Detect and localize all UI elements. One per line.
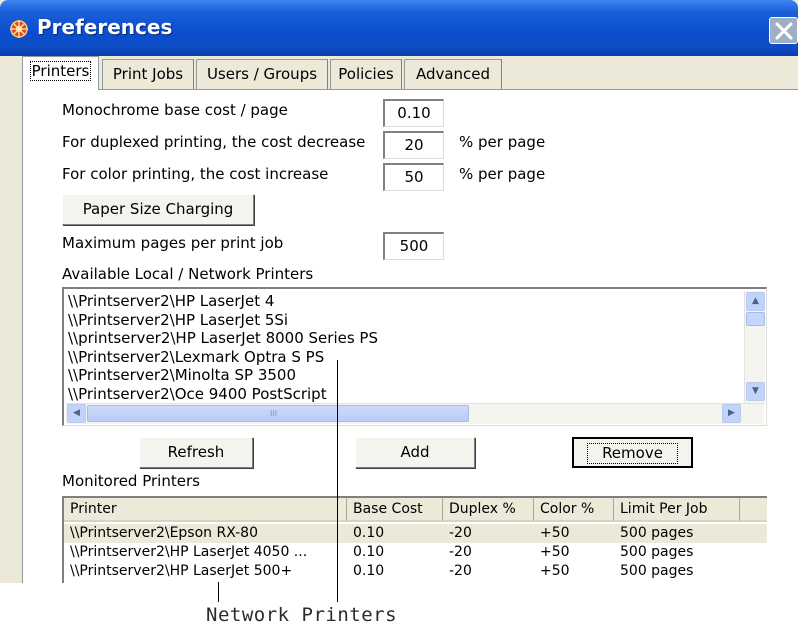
column-header-printer[interactable]: Printer (64, 498, 347, 522)
table-row[interactable]: \\Printserver2\HP LaserJet 500+ 0.10 -20… (64, 562, 767, 581)
callout-line (337, 360, 338, 602)
horizontal-scrollbar[interactable]: ◀ III ▶ (66, 403, 764, 424)
tab-print-jobs-label: Print Jobs (112, 65, 184, 83)
tab-advanced[interactable]: Advanced (404, 59, 502, 89)
cell-color: +50 (540, 525, 570, 541)
list-item[interactable]: \\Printserver2\Minolta SP 3500 (68, 366, 740, 385)
cell-printer: \\Printserver2\HP LaserJet 4050 ... (70, 544, 308, 560)
cell-duplex: -20 (449, 525, 472, 541)
cell-printer: \\Printserver2\HP LaserJet 500+ (70, 563, 293, 579)
cell-limit: 500 pages (620, 544, 694, 560)
duplex-decrease-input[interactable]: 20 (383, 131, 444, 159)
scroll-grip: III (270, 409, 278, 418)
list-item[interactable]: \\Printserver2\HP LaserJet 4 (68, 292, 740, 311)
available-printers-list[interactable]: \\Printserver2\HP LaserJet 4 \\Printserv… (62, 287, 767, 426)
remove-button[interactable]: Remove (572, 437, 693, 468)
column-header-base-cost[interactable]: Base Cost (347, 498, 443, 522)
cell-base-cost: 0.10 (353, 544, 385, 560)
tab-policies-label: Policies (338, 65, 394, 83)
tab-users-groups-label: Users / Groups (206, 65, 318, 83)
close-button[interactable] (769, 17, 798, 44)
column-header-filler (740, 498, 767, 522)
network-printers-annotation: Network Printers (206, 604, 398, 626)
list-item[interactable]: \\Printserver2\Oce 9400 PostScript (68, 385, 740, 403)
list-item[interactable]: \\Printserver2\Lexmark Optra S PS (68, 348, 740, 367)
horizontal-scroll-thumb[interactable]: III (87, 405, 469, 422)
mono-cost-label: Monochrome base cost / page (62, 101, 288, 119)
max-pages-label: Maximum pages per print job (62, 234, 284, 252)
monitored-printers-table[interactable]: Printer Base Cost Duplex % Color % Limit… (62, 496, 767, 583)
color-increase-input[interactable]: 50 (383, 163, 444, 191)
table-row[interactable]: \\Printserver2\Epson RX-80 0.10 -20 +50 … (64, 524, 767, 543)
tab-users-groups[interactable]: Users / Groups (196, 59, 328, 89)
color-unit-label: % per page (459, 165, 546, 183)
max-pages-input[interactable]: 500 (383, 232, 444, 260)
cell-limit: 500 pages (620, 525, 694, 541)
paper-size-charging-button[interactable]: Paper Size Charging (62, 194, 254, 225)
add-button[interactable]: Add (355, 437, 475, 468)
scroll-up-icon[interactable]: ▲ (746, 292, 765, 311)
scroll-down-icon[interactable]: ▼ (746, 382, 765, 401)
title-bar[interactable]: Preferences (0, 0, 798, 56)
column-header-color[interactable]: Color % (534, 498, 614, 522)
cell-duplex: -20 (449, 544, 472, 560)
list-item[interactable]: \\Printserver2\HP LaserJet 5Si (68, 311, 740, 330)
tab-print-jobs[interactable]: Print Jobs (102, 59, 194, 89)
table-header: Printer Base Cost Duplex % Color % Limit… (64, 498, 767, 522)
tab-printers-label: Printers (29, 61, 92, 81)
table-row[interactable]: \\Printserver2\HP LaserJet 4050 ... 0.10… (64, 543, 767, 562)
scroll-left-icon[interactable]: ◀ (67, 404, 86, 423)
close-icon (775, 22, 793, 40)
list-item[interactable]: \\printserver2\HP LaserJet 8000 Series P… (68, 329, 740, 348)
scroll-right-icon[interactable]: ▶ (722, 404, 741, 423)
cell-printer: \\Printserver2\Epson RX-80 (70, 525, 258, 541)
color-increase-label: For color printing, the cost increase (62, 165, 329, 183)
duplex-decrease-label: For duplexed printing, the cost decrease (62, 133, 366, 151)
monitored-printers-label: Monitored Printers (62, 472, 200, 490)
cell-color: +50 (540, 563, 570, 579)
tab-policies[interactable]: Policies (330, 59, 402, 89)
remove-button-label: Remove (587, 443, 678, 464)
available-printers-label: Available Local / Network Printers (62, 265, 314, 283)
tab-printers[interactable]: Printers (22, 56, 99, 90)
duplex-unit-label: % per page (459, 133, 546, 151)
window-title: Preferences (37, 15, 173, 39)
app-icon (10, 20, 28, 38)
cell-duplex: -20 (449, 563, 472, 579)
tab-advanced-label: Advanced (415, 65, 491, 83)
callout-line (218, 582, 219, 602)
column-header-duplex[interactable]: Duplex % (443, 498, 534, 522)
available-printers-items: \\Printserver2\HP LaserJet 4 \\Printserv… (68, 292, 740, 402)
mono-cost-input[interactable]: 0.10 (383, 99, 444, 127)
cell-limit: 500 pages (620, 563, 694, 579)
vertical-scrollbar[interactable]: ▲ ▼ (744, 291, 765, 403)
refresh-button[interactable]: Refresh (139, 437, 253, 468)
cell-base-cost: 0.10 (353, 563, 385, 579)
preferences-window: Preferences Printers Print Jobs Users / … (0, 0, 798, 583)
vertical-scroll-thumb[interactable] (746, 312, 765, 326)
cell-color: +50 (540, 544, 570, 560)
cell-base-cost: 0.10 (353, 525, 385, 541)
column-header-limit-per-job[interactable]: Limit Per Job (614, 498, 740, 522)
